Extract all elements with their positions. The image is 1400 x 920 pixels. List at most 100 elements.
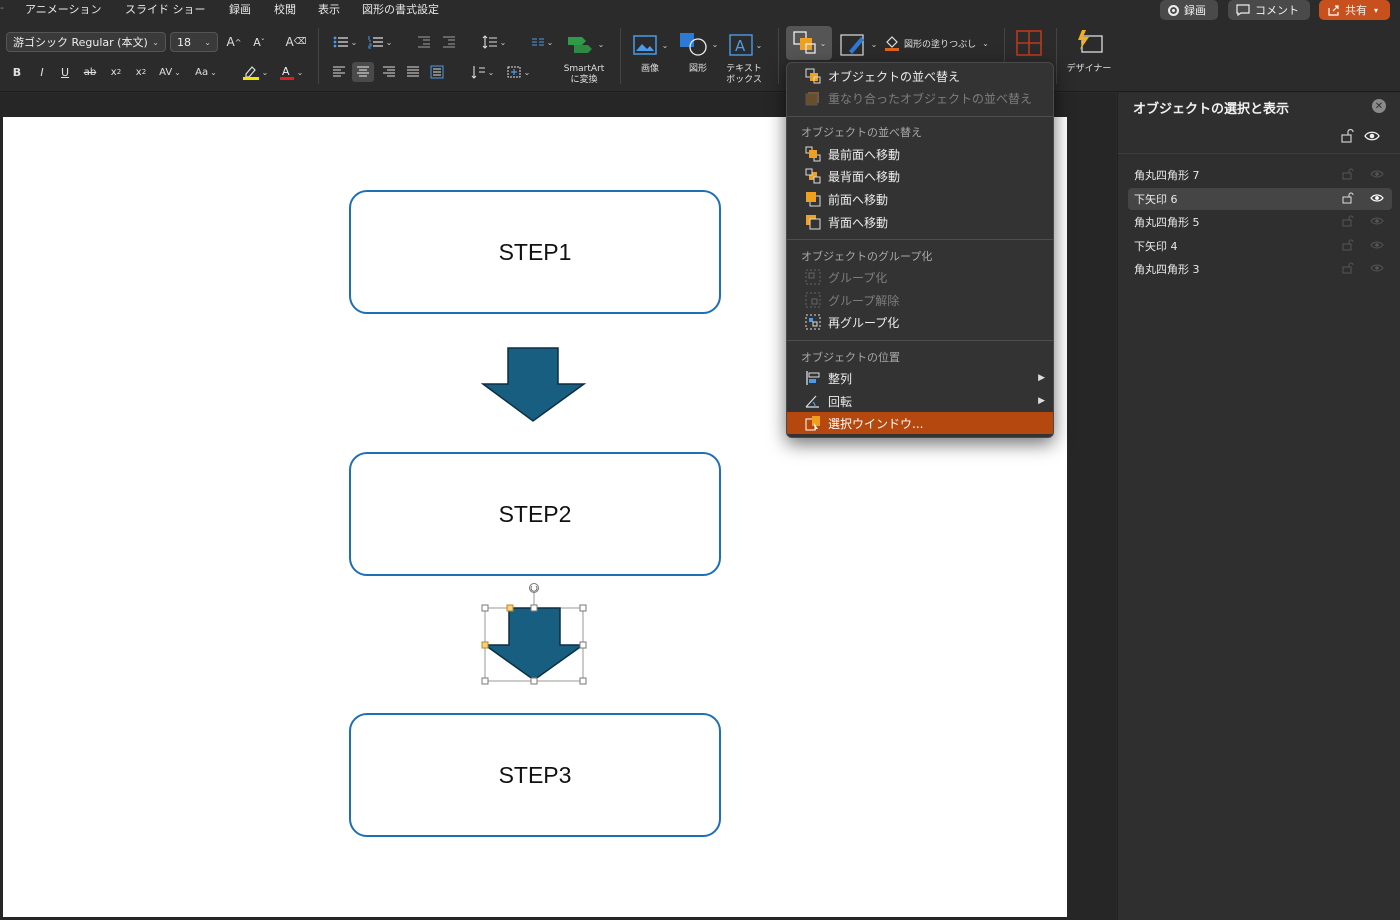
- lock-icon[interactable]: [1342, 168, 1354, 180]
- increase-indent-icon[interactable]: [440, 32, 458, 52]
- numbering-icon[interactable]: ⌄: [364, 32, 396, 52]
- menu-item-regroup[interactable]: 再グループ化: [787, 311, 1053, 333]
- menu-item-align[interactable]: 整列 ▶: [787, 367, 1053, 389]
- lock-icon[interactable]: [1342, 262, 1354, 274]
- grow-font-icon[interactable]: A ^: [226, 32, 242, 52]
- paint-bucket-icon: [885, 36, 899, 51]
- step3-box[interactable]: STEP3: [349, 713, 721, 837]
- textbox-button[interactable]: A ⌄: [724, 32, 766, 58]
- character-spacing-icon[interactable]: AV ⌄: [156, 62, 184, 82]
- shrink-font-icon[interactable]: Aˇ: [251, 32, 267, 52]
- comment-button[interactable]: コメント: [1228, 0, 1310, 20]
- font-color-icon[interactable]: A ⌄: [276, 62, 306, 82]
- menu-item-selection-pane[interactable]: 選択ウインドウ...: [787, 412, 1053, 434]
- pane-item-rounded-rect-3[interactable]: 角丸四角形 3: [1128, 258, 1392, 280]
- down-arrow-6[interactable]: [479, 581, 595, 687]
- arrange-icon: [792, 31, 816, 54]
- decrease-indent-icon[interactable]: [415, 32, 433, 52]
- font-name-value: 游ゴシック Regular (本文): [13, 36, 148, 49]
- menu-item-reorder-objects[interactable]: オブジェクトの並べ替え: [787, 65, 1053, 87]
- regroup-icon: [805, 314, 821, 330]
- designer-button[interactable]: [1068, 26, 1108, 58]
- eye-icon[interactable]: [1370, 168, 1384, 180]
- arrange-grid-button[interactable]: [1014, 28, 1044, 58]
- shape-icon: [679, 33, 707, 56]
- quick-styles-button[interactable]: ⌄: [836, 30, 880, 58]
- comment-icon: [1236, 4, 1250, 16]
- menu-item-label: 背面へ移動: [828, 215, 889, 230]
- clear-format-icon[interactable]: A ⌫: [286, 32, 307, 52]
- font-name-select[interactable]: 游ゴシック Regular (本文) ⌄: [6, 32, 166, 52]
- pane-item-rounded-rect-5[interactable]: 角丸四角形 5: [1128, 211, 1392, 233]
- eye-icon[interactable]: [1370, 192, 1384, 204]
- pane-item-rounded-rect-7[interactable]: 角丸四角形 7: [1128, 164, 1392, 186]
- text-direction-icon[interactable]: ⌄: [466, 62, 498, 82]
- bullets-icon[interactable]: ⌄: [330, 32, 360, 52]
- superscript-icon[interactable]: x2: [108, 62, 124, 82]
- pane-item-label: 下矢印 6: [1134, 193, 1178, 206]
- shape-fill-button[interactable]: 図形の塗りつぶし ⌄: [884, 34, 994, 52]
- shape-label: 図形: [688, 64, 707, 74]
- shape-button[interactable]: ⌄: [676, 30, 720, 58]
- image-label: 画像: [640, 64, 659, 74]
- menu-item-send-backward[interactable]: 背面へ移動: [787, 211, 1053, 233]
- menu-item-label: 重なり合ったオブジェクトの並べ替え: [828, 91, 1033, 106]
- tab-shape-format[interactable]: 図形の書式設定: [362, 1, 439, 17]
- lock-icon[interactable]: [1342, 239, 1354, 251]
- submenu-arrow-icon: ▶: [1038, 373, 1045, 383]
- eye-icon[interactable]: [1370, 215, 1384, 227]
- highlight-icon[interactable]: ⌄: [240, 62, 270, 82]
- tab-review[interactable]: 校閲: [274, 1, 296, 17]
- menu-item-reorder-overlapping[interactable]: 重なり合ったオブジェクトの並べ替え: [787, 87, 1053, 109]
- menu-item-group[interactable]: グループ化: [787, 266, 1053, 288]
- lock-icon[interactable]: [1342, 215, 1354, 227]
- smartart-convert-button[interactable]: ⌄: [562, 32, 608, 56]
- align-text-icon[interactable]: ⌄: [502, 62, 534, 82]
- step1-box[interactable]: STEP1: [349, 190, 721, 314]
- chevron-down-icon: ⌄: [152, 37, 159, 47]
- step2-box[interactable]: STEP2: [349, 452, 721, 576]
- menu-item-label: 前面へ移動: [828, 192, 889, 207]
- font-size-select[interactable]: 18 ⌄: [170, 32, 218, 52]
- distributed-icon[interactable]: [428, 62, 446, 82]
- lock-all-icon[interactable]: [1340, 129, 1354, 143]
- pane-item-down-arrow-4[interactable]: 下矢印 4: [1128, 235, 1392, 257]
- align-right-icon[interactable]: [380, 62, 398, 82]
- tab-view[interactable]: 表示: [318, 1, 340, 17]
- change-case-icon[interactable]: Aa ⌄: [192, 62, 220, 82]
- underline-icon[interactable]: U: [58, 62, 72, 82]
- justify-icon[interactable]: [404, 62, 422, 82]
- record-button[interactable]: 録画: [1160, 0, 1218, 20]
- tab-record[interactable]: 録画: [229, 1, 251, 17]
- menu-item-bring-to-front[interactable]: 最前面へ移動: [787, 143, 1053, 165]
- italic-icon[interactable]: I: [35, 62, 49, 82]
- designer-icon: [1078, 30, 1103, 53]
- align-left-icon[interactable]: [330, 62, 348, 82]
- menu-item-label: 整列: [828, 371, 853, 386]
- subscript-icon[interactable]: x2: [133, 62, 149, 82]
- pane-divider: [1118, 153, 1400, 154]
- line-spacing-icon[interactable]: ⌄: [478, 32, 510, 52]
- down-arrow-4[interactable]: [481, 347, 589, 423]
- tab-slideshow[interactable]: スライド ショー: [125, 1, 206, 17]
- menu-item-send-to-back[interactable]: 最背面へ移動: [787, 165, 1053, 187]
- align-center-icon[interactable]: [352, 62, 374, 82]
- close-icon[interactable]: ✕: [1372, 99, 1386, 113]
- eye-icon[interactable]: [1370, 239, 1384, 251]
- eye-icon[interactable]: [1370, 262, 1384, 274]
- pane-item-down-arrow-6[interactable]: 下矢印 6: [1128, 188, 1392, 210]
- columns-icon[interactable]: ⌄: [528, 32, 556, 52]
- bold-icon[interactable]: B: [10, 62, 24, 82]
- menu-item-bring-forward[interactable]: 前面へ移動: [787, 188, 1053, 210]
- strikethrough-icon[interactable]: ab: [82, 62, 98, 82]
- share-button[interactable]: 共有 ▾: [1319, 0, 1390, 20]
- tab-animation[interactable]: アニメーション: [25, 1, 102, 17]
- arrange-button[interactable]: ⌄: [786, 26, 832, 60]
- show-all-icon[interactable]: [1364, 129, 1380, 143]
- menu-item-ungroup[interactable]: グループ解除: [787, 289, 1053, 311]
- menu-item-rotate[interactable]: 回転 ▶: [787, 390, 1053, 412]
- chevron-down-icon: ⌄: [982, 38, 989, 48]
- textbox-label: テキスト ボックス: [718, 64, 770, 86]
- lock-icon[interactable]: [1342, 192, 1354, 204]
- image-button[interactable]: ⌄: [630, 32, 670, 58]
